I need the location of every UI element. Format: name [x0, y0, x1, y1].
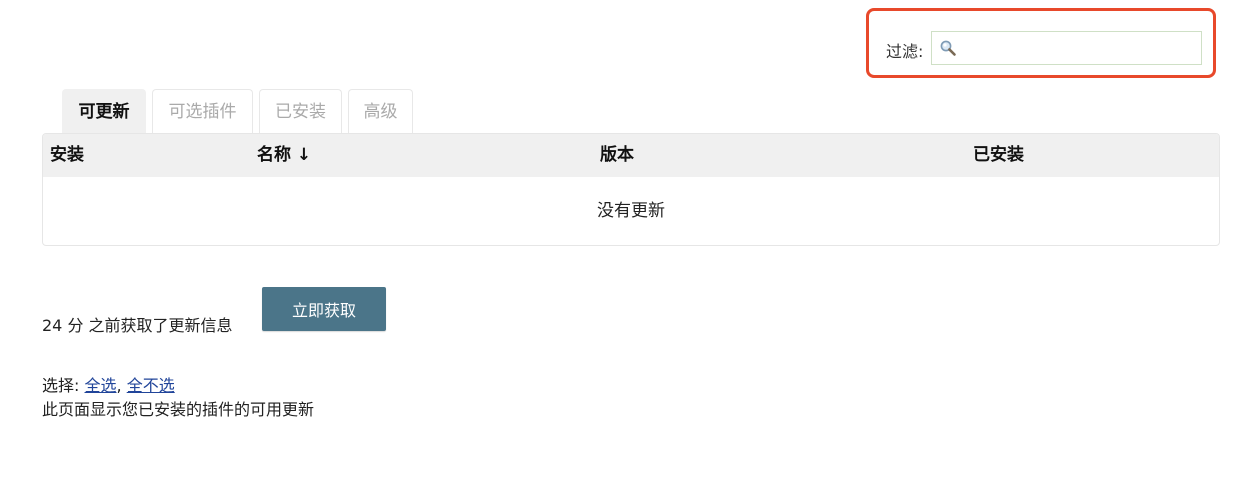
- column-header-installed[interactable]: 已安装: [973, 134, 1024, 177]
- fetch-now-button[interactable]: 立即获取: [262, 287, 386, 331]
- select-all-link[interactable]: 全选: [85, 376, 117, 395]
- select-label: 选择:: [42, 376, 80, 395]
- column-header-install[interactable]: 安装: [50, 134, 84, 177]
- page-description: 此页面显示您已安装的插件的可用更新: [42, 400, 315, 419]
- updates-table: 安装 名称 ↓ 版本 已安装 没有更新: [42, 133, 1220, 246]
- filter-input[interactable]: [958, 32, 1198, 64]
- table-header: 安装 名称 ↓ 版本 已安装: [43, 134, 1219, 177]
- column-header-version[interactable]: 版本: [600, 134, 634, 177]
- select-controls: 选择: 全选, 全不选: [42, 372, 175, 396]
- tab-updates[interactable]: 可更新: [62, 89, 146, 133]
- empty-table-message: 没有更新: [597, 201, 665, 221]
- filter-field[interactable]: [931, 31, 1202, 65]
- last-fetched-status: 24 分 之前获取了更新信息: [42, 316, 233, 335]
- select-none-link[interactable]: 全不选: [127, 376, 175, 395]
- column-header-name[interactable]: 名称 ↓: [257, 134, 311, 177]
- search-icon: [940, 40, 956, 56]
- tab-available[interactable]: 可选插件: [152, 89, 253, 133]
- tab-advanced[interactable]: 高级: [348, 89, 413, 133]
- select-separator: ,: [116, 376, 122, 395]
- tab-installed[interactable]: 已安装: [259, 89, 342, 133]
- filter-label: 过滤:: [886, 42, 924, 61]
